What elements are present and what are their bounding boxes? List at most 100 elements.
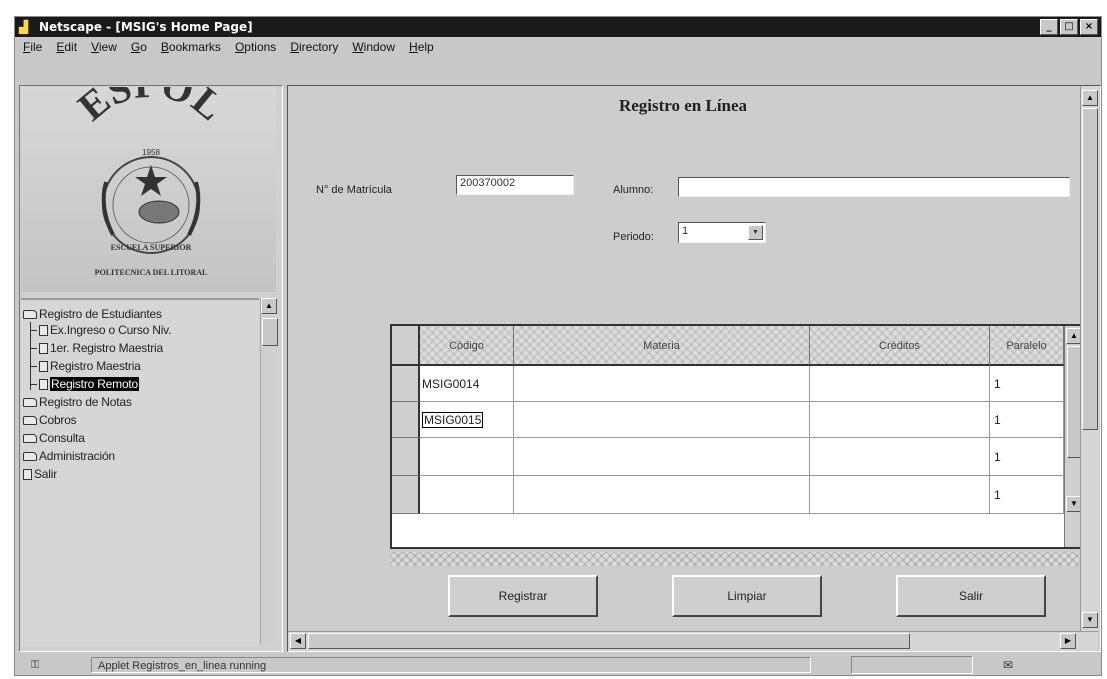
column-header-codigo[interactable]: Código [420,326,514,366]
matricula-field[interactable]: 200370002 [456,175,574,195]
tree-item-registro-remoto[interactable]: Registro Remoto [39,376,140,392]
tree-label: Ex.Ingreso o Curso Niv. [50,323,172,337]
tree-item-1er-registro-maestria[interactable]: 1er. Registro Maestria [39,340,163,356]
cell-codigo[interactable] [420,438,514,476]
menu-file[interactable]: File [23,40,42,54]
main-horizontal-scrollbar[interactable]: ◀ ▶ [288,631,1098,650]
alumno-label: Alumno: [613,184,654,196]
menu-bar: File Edit View Go Bookmarks Options Dire… [15,37,1101,57]
periodo-select[interactable]: 1 ▼ [678,222,766,243]
tree-item-registro-notas[interactable]: Registro de Notas [23,394,132,410]
tree-scrollbar[interactable]: ▲ [260,298,278,644]
cell-codigo-editing[interactable]: MSIG0015 [420,402,514,438]
document-icon [23,468,32,480]
matricula-label: N° de Matrícula [316,184,392,196]
cell-materia[interactable] [514,402,810,438]
mail-icon[interactable]: ✉ [1003,658,1013,672]
cell-creditos[interactable] [810,366,990,402]
row-header[interactable] [392,366,420,402]
cell-materia[interactable] [514,476,810,514]
scroll-up-icon[interactable]: ▲ [261,298,277,314]
cell-codigo[interactable] [420,476,514,514]
tree-label: Salir [34,467,58,481]
scroll-thumb[interactable] [262,318,278,346]
cell-paralelo[interactable]: 1 [990,438,1064,476]
cell-materia[interactable] [514,438,810,476]
scroll-right-icon[interactable]: ▶ [1060,633,1076,649]
menu-view[interactable]: View [91,40,117,54]
menu-edit[interactable]: Edit [56,40,77,54]
menu-help[interactable]: Help [409,40,434,54]
column-header-materia[interactable]: Materia [514,326,810,366]
minimize-button[interactable]: _ [1040,19,1058,35]
tree-label-selected: Registro Remoto [50,377,140,391]
cell-paralelo[interactable]: 1 [990,366,1064,402]
periodo-value: 1 [682,225,689,237]
maximize-button[interactable]: □ [1060,19,1078,35]
alumno-field[interactable] [678,177,1070,197]
column-header-paralelo[interactable]: Paralelo [990,326,1064,366]
espol-seal-icon: ESPOL 1958 ESCUELA SUPERIOR POLITECNICA … [69,61,232,277]
tree-item-ex-ingreso[interactable]: Ex.Ingreso o Curso Niv. [39,322,171,338]
main-scroll-thumb[interactable] [1082,108,1098,430]
app-icon: ▟ [19,20,29,34]
registration-grid: Código Materia Créditos Paralelo MSIG001… [390,324,1085,549]
tree-item-administracion[interactable]: Administración [23,448,115,464]
svg-text:ESCUELA SUPERIOR: ESCUELA SUPERIOR [111,243,192,252]
cell-creditos[interactable] [810,438,990,476]
navigation-tree: Registro de Estudiantes Ex.Ingreso o Cur… [21,298,259,646]
tree-label: Registro Maestria [50,359,141,373]
cell-paralelo[interactable]: 1 [990,402,1064,438]
browser-window: ▟ Netscape - [MSIG's Home Page] _ □ × Fi… [14,16,1102,676]
status-bar: ⚿ Applet Registros_en_linea running ✉ [15,655,1101,675]
folder-icon [23,433,37,443]
tree-item-registro-maestria[interactable]: Registro Maestria [39,358,141,374]
scroll-down-icon[interactable]: ▼ [1082,612,1098,628]
cell-editor[interactable]: MSIG0015 [422,411,484,428]
page-title: Registro en Línea [618,96,748,115]
registrar-button[interactable]: Registrar [448,575,598,617]
status-text: Applet Registros_en_linea running [91,657,811,673]
svg-text:1958: 1958 [142,148,160,157]
scroll-left-icon[interactable]: ◀ [290,633,306,649]
tree-item-salir[interactable]: Salir [23,466,57,482]
scroll-up-icon[interactable]: ▲ [1082,90,1098,106]
main-vertical-scrollbar[interactable]: ▲ ▼ [1080,86,1099,631]
dropdown-arrow-icon[interactable]: ▼ [748,225,763,240]
column-header-creditos[interactable]: Créditos [810,326,990,366]
tree-label: Consulta [39,431,85,445]
row-header[interactable] [392,476,420,514]
tree-item-cobros[interactable]: Cobros [23,412,77,428]
cell-creditos[interactable] [810,402,990,438]
cell-paralelo[interactable]: 1 [990,476,1064,514]
main-hscroll-thumb[interactable] [308,633,910,649]
tree-item-consulta[interactable]: Consulta [23,430,85,446]
cell-codigo[interactable]: MSIG0014 [420,366,514,402]
security-key-icon: ⚿ [31,658,40,671]
menu-window[interactable]: Window [352,40,395,54]
menu-options[interactable]: Options [235,40,276,54]
periodo-label: Periodo: [613,231,654,243]
document-icon [39,342,48,354]
document-icon [39,360,48,372]
main-frame: Registro en Línea N° de Matrícula 200370… [287,85,1101,652]
folder-icon [23,451,37,461]
status-progress [851,656,973,674]
tree-label: Registro de Estudiantes [39,307,162,321]
limpiar-button[interactable]: Limpiar [672,575,822,617]
cell-creditos[interactable] [810,476,990,514]
folder-icon [23,397,37,407]
folder-icon [23,415,37,425]
tree-item-registro-estudiantes[interactable]: Registro de Estudiantes [23,306,162,322]
grid-corner [392,326,420,366]
menu-go[interactable]: Go [131,40,147,54]
grid-horizontal-bar [390,552,1085,566]
menu-bookmarks[interactable]: Bookmarks [161,40,221,54]
menu-directory[interactable]: Directory [290,40,338,54]
salir-button[interactable]: Salir [896,575,1046,617]
row-header[interactable] [392,402,420,438]
row-header[interactable] [392,438,420,476]
close-button[interactable]: × [1080,19,1098,35]
cell-materia[interactable] [514,366,810,402]
folder-open-icon [23,309,37,319]
